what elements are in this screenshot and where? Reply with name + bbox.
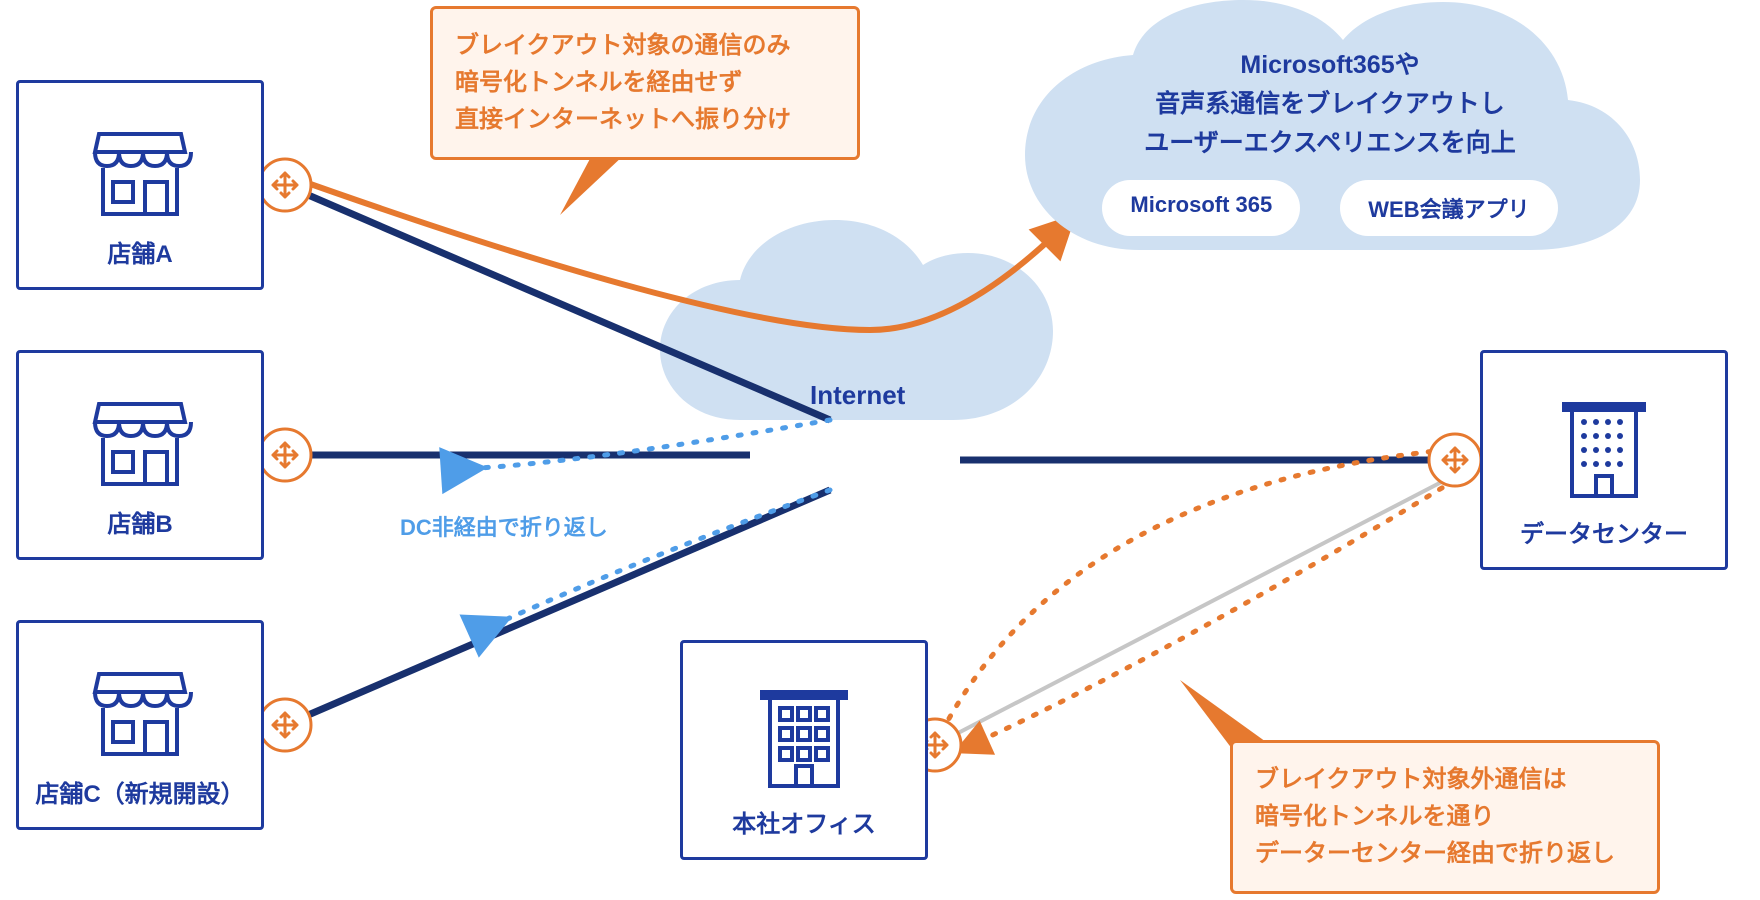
node-label: 店舗C（新規開設） (35, 774, 244, 809)
cloud-service-pill: Microsoft 365 (1102, 180, 1300, 236)
datacenter-building-icon (1554, 394, 1654, 504)
callout-line: ブレイクアウト対象外通信は (1255, 766, 1567, 793)
callout-breakout: ブレイクアウト対象の通信のみ 暗号化トンネルを経由せず 直接インターネットへ振り… (430, 6, 860, 160)
callout-line: 暗号化トンネルを通り (1255, 803, 1495, 830)
cloud-headline-line: ユーザーエクスペリエンスを向上 (1144, 129, 1516, 157)
dc-loopback-label: DC非経由で折り返し (400, 510, 608, 542)
node-datacenter: データセンター (1480, 350, 1728, 570)
cloud-headline-line: Microsoft365や (1240, 51, 1419, 79)
cloud-service-pill: WEB会議アプリ (1340, 180, 1557, 236)
store-icon (85, 664, 195, 764)
callout-nonbreakout: ブレイクアウト対象外通信は 暗号化トンネルを通り データーセンター経由で折り返し (1230, 740, 1660, 894)
node-store-b: 店舗B (16, 350, 264, 560)
node-label: 本社オフィス (732, 804, 876, 839)
cloud-headline-line: 音声系通信をブレイクアウトし (1155, 90, 1505, 118)
callout-line: 直接インターネットへ振り分け (455, 106, 791, 133)
node-hq: 本社オフィス (680, 640, 928, 860)
store-icon (85, 394, 195, 494)
node-label: 店舗A (107, 234, 172, 269)
internet-label: Internet (810, 380, 905, 411)
cloud-services: Microsoft365や 音声系通信をブレイクアウトし ユーザーエクスペリエン… (1020, 0, 1640, 270)
callout-line: データーセンター経由で折り返し (1255, 840, 1615, 867)
node-store-a: 店舗A (16, 80, 264, 290)
office-building-icon (754, 684, 854, 794)
node-label: データセンター (1520, 514, 1688, 549)
node-label: 店舗B (107, 504, 172, 539)
node-store-c: 店舗C（新規開設） (16, 620, 264, 830)
callout-line: ブレイクアウト対象の通信のみ (455, 32, 791, 59)
store-icon (85, 124, 195, 224)
callout-line: 暗号化トンネルを経由せず (455, 69, 743, 96)
